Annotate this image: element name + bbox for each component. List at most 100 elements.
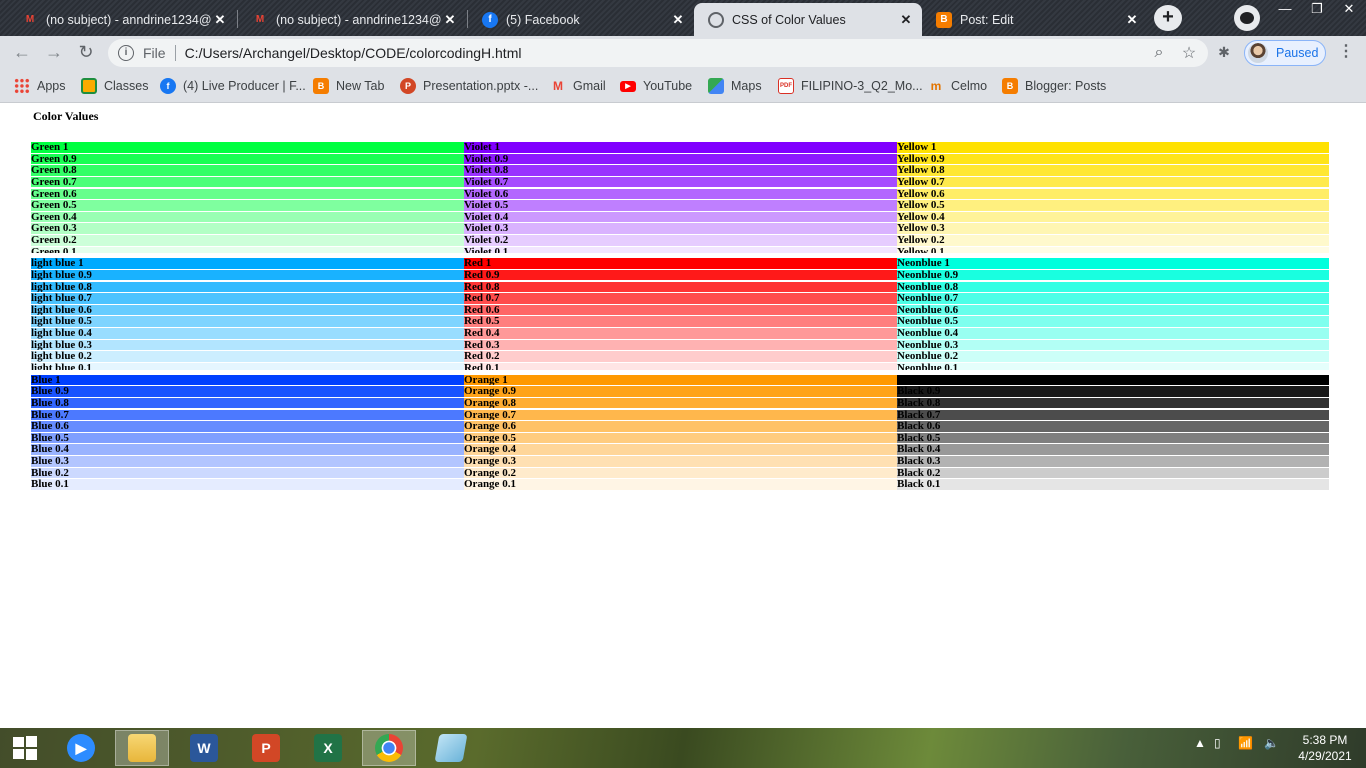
avatar [1248,43,1268,63]
bookmark-live-producer[interactable]: f (4) Live Producer | F... [160,76,306,96]
color-swatch-row: Orange 0.9 [464,386,897,398]
color-name: Orange [464,444,500,456]
color-name: Violet [464,188,492,200]
tab-css-color-values[interactable]: CSS of Color Values ✕ [694,3,922,36]
color-name: Orange [464,421,500,433]
color-name: light blue [31,269,76,281]
bookmark-label: Gmail [573,79,606,93]
close-icon[interactable]: ✕ [898,12,914,28]
color-swatch-row: light blue 1 [31,258,464,270]
tab-search-icon[interactable] [1234,5,1260,31]
taskbar-zoom[interactable]: ▶ [54,730,108,766]
alpha-level: 0.3 [494,223,509,235]
color-swatch-row: Black 0.8 [897,397,1329,410]
color-name: Blue [31,432,53,444]
address-bar[interactable]: i File C:/Users/Archangel/Desktop/CODE/c… [108,39,1208,67]
tab-facebook[interactable]: f (5) Facebook ✕ [468,3,694,36]
celmo-icon: m [930,79,942,93]
network-icon[interactable]: 📶 [1238,736,1253,760]
alpha-level: 0.8 [62,165,77,177]
alpha-level: 0.4 [930,211,945,223]
bookmark-maps[interactable]: Maps [708,76,762,96]
color-swatch-row: Black 0.7 [897,409,1329,422]
bookmark-filipino[interactable]: PDF FILIPINO-3_Q2_Mo... [778,76,923,96]
bookmark-label: (4) Live Producer | F... [183,79,306,93]
window-close-icon[interactable]: ✕ [1332,0,1366,20]
extensions-puzzle-icon[interactable]: ✱ [1216,44,1232,60]
bookmark-youtube[interactable]: ▶ YouTube [620,76,692,96]
minimize-icon[interactable]: — [1268,0,1302,20]
color-swatch-row: Blue 0.8 [31,397,464,410]
taskbar-file-explorer[interactable] [115,730,169,766]
system-clock[interactable]: 5:38 PM 4/29/2021 [1290,732,1360,764]
alpha-level: 0.1 [502,479,516,491]
zoom-icon[interactable]: ⌕ [1148,44,1170,62]
bookmark-classes[interactable]: Classes [81,76,148,96]
tab-gmail-2[interactable]: M (no subject) - anndrine1234@g ✕ [238,3,466,36]
color-swatch-row: Blue 0.3 [31,456,464,468]
alpha-level: 0.1 [62,246,77,258]
bookmark-celmo[interactable]: m Celmo [928,76,987,96]
close-icon[interactable]: ✕ [670,12,686,28]
taskbar-word[interactable]: W [177,730,231,766]
bookmark-star-icon[interactable]: ☆ [1178,43,1200,63]
color-name: Violet [464,153,492,165]
alpha-level: 1 [494,142,500,153]
taskbar-powerpoint[interactable]: P [239,730,293,766]
color-swatch-row: Violet 0.5 [464,200,897,212]
color-swatch-row: light blue 0.1 [31,362,464,375]
bookmark-gmail[interactable]: M Gmail [550,76,606,96]
close-icon[interactable]: ✕ [442,12,458,28]
back-icon[interactable]: ← [10,41,34,65]
alpha-level: 0.2 [494,235,509,246]
taskbar-chrome[interactable] [362,730,416,766]
taskbar-excel[interactable]: X [301,730,355,766]
alpha-level: 0.9 [62,153,77,165]
alpha-level: 0.7 [930,176,945,188]
bookmark-presentation[interactable]: P Presentation.pptx -... [400,76,538,96]
alpha-level: 0.5 [930,200,945,212]
alpha-level: 0.2 [930,235,945,246]
taskbar-notepad[interactable] [424,730,478,766]
bookmark-label: Apps [37,79,66,93]
color-swatch-row: Orange 0.8 [464,397,897,410]
close-icon[interactable]: ✕ [212,12,228,28]
tab-gmail-1[interactable]: M (no subject) - anndrine1234@g ✕ [8,3,236,36]
close-icon[interactable]: ✕ [1124,12,1140,28]
color-name: Yellow [897,246,929,258]
tab-post-edit[interactable]: B Post: Edit ✕ [922,3,1148,36]
bookmark-new-tab[interactable]: B New Tab [313,76,384,96]
bookmark-apps[interactable]: Apps [14,76,66,96]
alpha-level: 0.6 [502,421,516,433]
color-swatch-row: Green 0.2 [31,235,464,247]
alpha-level: 0.8 [944,281,959,293]
battery-icon[interactable]: ▯ [1214,736,1221,760]
gmail-icon: M [25,14,35,25]
url-text[interactable]: C:/Users/Archangel/Desktop/CODE/colorcod… [185,45,1148,61]
tray-overflow-icon[interactable]: ▲ [1194,736,1206,760]
info-icon[interactable]: i [118,45,134,61]
color-swatch-row: Red 0.3 [464,339,897,352]
alpha-level: 0.8 [78,281,92,293]
alpha-level: 0.7 [78,293,92,305]
restore-icon[interactable]: ❐ [1300,0,1334,20]
color-swatch-row: Red 0.8 [464,281,897,294]
forward-icon[interactable]: → [42,41,66,65]
color-swatch-row: Neonblue 0.7 [897,293,1329,305]
start-button[interactable] [0,730,50,766]
youtube-icon: ▶ [620,80,636,92]
windows-taskbar: ▶ W P X [0,728,1366,768]
scheme-label: File [143,45,166,61]
profile-button[interactable]: Paused [1244,40,1326,66]
bookmark-blogger-posts[interactable]: B Blogger: Posts [1002,76,1106,96]
reload-icon[interactable]: ↻ [74,41,98,65]
volume-icon[interactable]: 🔈 [1264,736,1279,760]
color-swatch-row: Black 0.4 [897,444,1329,457]
more-menu-icon[interactable]: ⋮ [1338,42,1354,64]
alpha-level: 0.3 [55,456,69,468]
color-swatch-row: Red 0.9 [464,269,897,282]
new-tab-button[interactable]: + [1154,5,1182,31]
color-swatch-row: Violet 0.8 [464,165,897,177]
pdf-icon: PDF [778,78,794,94]
color-name: Blue [31,409,53,421]
